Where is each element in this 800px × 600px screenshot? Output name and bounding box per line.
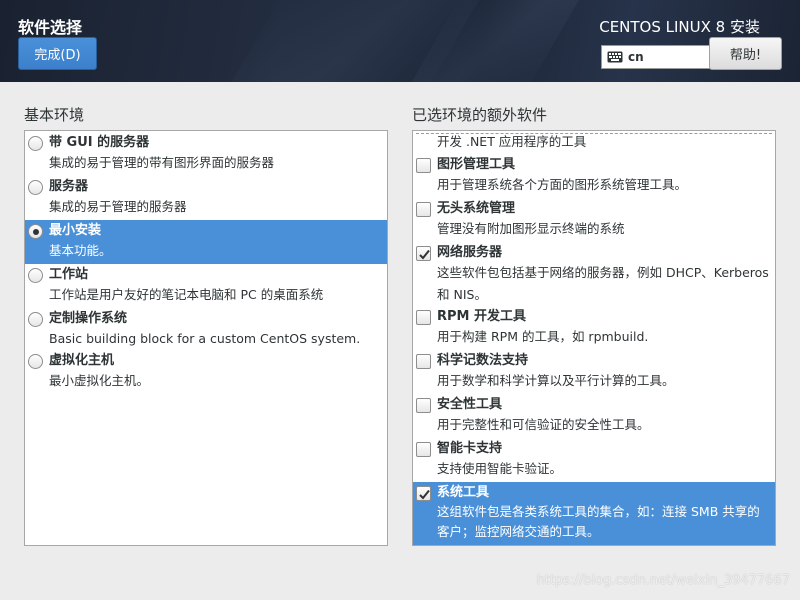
env-item-name: 定制操作系统 bbox=[49, 311, 128, 326]
addon-item-name: 智能卡支持 bbox=[437, 441, 503, 456]
checkbox-checked[interactable] bbox=[416, 246, 431, 261]
keyboard-icon bbox=[607, 51, 623, 63]
radio-button[interactable] bbox=[28, 312, 43, 327]
addon-item-desc: 这些软件包包括基于网络的服务器，例如 DHCP、Kerberos 和 NIS。 bbox=[437, 265, 769, 302]
env-item-name: 带 GUI 的服务器 bbox=[49, 135, 150, 150]
addons-list[interactable]: 开发 .NET 应用程序的工具 图形管理工具 用于管理系统各个方面的图形系统管理… bbox=[412, 130, 776, 546]
addon-item-desc: 管理没有附加图形显示终端的系统 bbox=[437, 221, 625, 236]
env-item-desc: 集成的易于管理的带有图形界面的服务器 bbox=[49, 155, 275, 170]
env-item-desc: 工作站是用户友好的笔记本电脑和 PC 的桌面系统 bbox=[49, 287, 324, 302]
env-item-minimal[interactable]: 最小安装 基本功能。 bbox=[25, 220, 387, 264]
addon-item-smart-card[interactable]: 智能卡支持 支持使用智能卡验证。 bbox=[413, 440, 775, 484]
partial-checkbox-edge bbox=[416, 133, 772, 134]
addon-item-name: 图形管理工具 bbox=[437, 157, 516, 172]
page-title: 软件选择 bbox=[18, 18, 83, 37]
env-item-name: 服务器 bbox=[49, 179, 89, 194]
checkbox[interactable] bbox=[416, 398, 431, 413]
checkbox[interactable] bbox=[416, 158, 431, 173]
addon-item-desc: 支持使用智能卡验证。 bbox=[437, 461, 563, 476]
keyboard-layout-label: cn bbox=[628, 50, 644, 64]
check-mark-icon bbox=[419, 489, 430, 500]
addon-item-security-tools[interactable]: 安全性工具 用于完整性和可信验证的安全性工具。 bbox=[413, 396, 775, 440]
addon-item-name: 网络服务器 bbox=[437, 245, 503, 260]
addon-item-system-tools[interactable]: 系统工具 这组软件包是各类系统工具的集合，如：连接 SMB 共享的客户；监控网络… bbox=[413, 482, 775, 545]
addon-item-desc: 用于管理系统各个方面的图形系统管理工具。 bbox=[437, 177, 688, 192]
addon-item-graphical-admin-tools[interactable]: 图形管理工具 用于管理系统各个方面的图形系统管理工具。 bbox=[413, 156, 775, 200]
addons-label: 已选环境的额外软件 bbox=[412, 106, 548, 124]
radio-button[interactable] bbox=[28, 354, 43, 369]
product-title: CENTOS LINUX 8 安装 bbox=[599, 18, 760, 36]
addon-item-partial[interactable]: 开发 .NET 应用程序的工具 bbox=[413, 131, 775, 153]
addon-item-desc: 开发 .NET 应用程序的工具 bbox=[437, 134, 587, 149]
addon-item-desc: 这组软件包是各类系统工具的集合，如：连接 SMB 共享的客户；监控网络交通的工具… bbox=[437, 504, 760, 539]
checkbox-checked[interactable] bbox=[416, 486, 431, 501]
env-item-desc: 最小虚拟化主机。 bbox=[49, 373, 150, 388]
env-item-desc: 集成的易于管理的服务器 bbox=[49, 199, 187, 214]
watermark-text: https://blog.csdn.net/weixin_39477667 bbox=[536, 573, 790, 588]
addon-item-scientific-support[interactable]: 科学记数法支持 用于数学和科学计算以及平行计算的工具。 bbox=[413, 352, 775, 396]
addon-item-rpm-dev-tools[interactable]: RPM 开发工具 用于构建 RPM 的工具，如 rpmbuild. bbox=[413, 308, 775, 352]
checkbox[interactable] bbox=[416, 202, 431, 217]
addon-item-desc: 用于构建 RPM 的工具，如 rpmbuild. bbox=[437, 329, 649, 344]
checkbox[interactable] bbox=[416, 442, 431, 457]
radio-button[interactable] bbox=[28, 136, 43, 151]
env-item-server[interactable]: 服务器 集成的易于管理的服务器 bbox=[25, 178, 387, 222]
checkbox[interactable] bbox=[416, 310, 431, 325]
env-item-name: 工作站 bbox=[49, 267, 89, 282]
env-item-name: 最小安装 bbox=[49, 223, 102, 238]
addon-item-name: 安全性工具 bbox=[437, 397, 503, 412]
help-button[interactable]: 帮助! bbox=[709, 37, 782, 70]
env-item-custom-os[interactable]: 定制操作系统 Basic building block for a custom… bbox=[25, 310, 387, 354]
base-environment-list[interactable]: 带 GUI 的服务器 集成的易于管理的带有图形界面的服务器 服务器 集成的易于管… bbox=[24, 130, 388, 546]
env-item-workstation[interactable]: 工作站 工作站是用户友好的笔记本电脑和 PC 的桌面系统 bbox=[25, 266, 387, 310]
header-bar: 软件选择 完成(D) CENTOS LINUX 8 安装 cn 帮助! bbox=[0, 0, 800, 82]
env-item-virtualization-host[interactable]: 虚拟化主机 最小虚拟化主机。 bbox=[25, 352, 387, 396]
addon-item-name: 科学记数法支持 bbox=[437, 353, 529, 368]
env-item-server-gui[interactable]: 带 GUI 的服务器 集成的易于管理的带有图形界面的服务器 bbox=[25, 134, 387, 178]
checkbox[interactable] bbox=[416, 354, 431, 369]
addon-item-name: 无头系统管理 bbox=[437, 201, 516, 216]
radio-button-checked[interactable] bbox=[28, 224, 43, 239]
env-item-desc: 基本功能。 bbox=[49, 243, 112, 258]
addon-item-desc: 用于数学和科学计算以及平行计算的工具。 bbox=[437, 373, 675, 388]
done-button[interactable]: 完成(D) bbox=[18, 37, 97, 70]
keyboard-layout-indicator[interactable]: cn bbox=[601, 45, 711, 69]
addon-item-network-servers[interactable]: 网络服务器 这些软件包包括基于网络的服务器，例如 DHCP、Kerberos 和… bbox=[413, 244, 775, 310]
addon-item-name: 系统工具 bbox=[437, 485, 490, 500]
addon-item-name: RPM 开发工具 bbox=[437, 309, 527, 324]
radio-button[interactable] bbox=[28, 268, 43, 283]
env-item-desc: Basic building block for a custom CentOS… bbox=[49, 331, 361, 346]
radio-button[interactable] bbox=[28, 180, 43, 195]
base-environment-label: 基本环境 bbox=[24, 106, 85, 124]
addon-item-desc: 用于完整性和可信验证的安全性工具。 bbox=[437, 417, 650, 432]
env-item-name: 虚拟化主机 bbox=[49, 353, 115, 368]
addon-item-headless-management[interactable]: 无头系统管理 管理没有附加图形显示终端的系统 bbox=[413, 200, 775, 244]
check-mark-icon bbox=[419, 249, 430, 260]
